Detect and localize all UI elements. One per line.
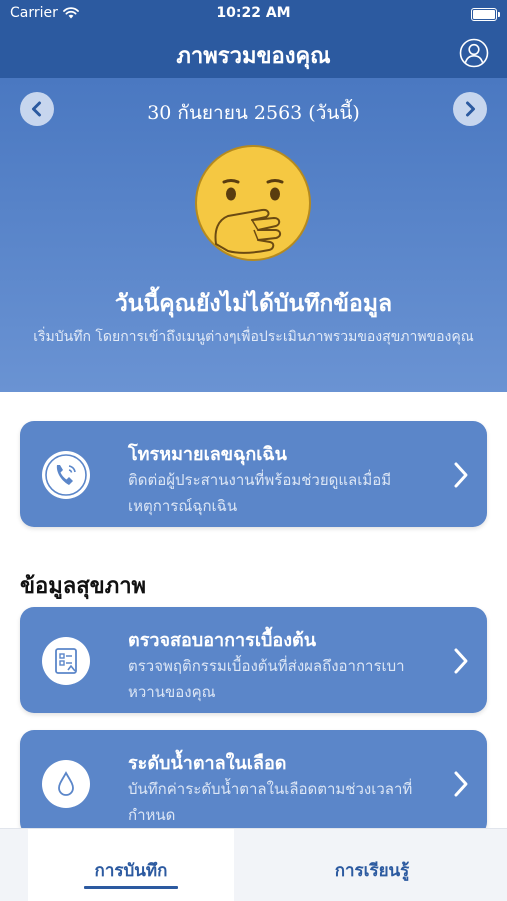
next-day-button[interactable]	[453, 92, 487, 126]
tab-record[interactable]: การบันทึก	[28, 829, 234, 901]
symptom-check-card[interactable]: ตรวจสอบอาการเบื้องต้น ตรวจพฤติกรรมเบื้อง…	[20, 607, 487, 713]
summary-headline: วันนี้คุณยังไม่ได้บันทึกข้อมูล	[114, 291, 393, 317]
blood-sugar-card-description: บันทึกค่าระดับน้ำตาลในเลือดตามช่วงเวลาที…	[128, 780, 413, 824]
summary-subtitle: เริ่มบันทึก โดยการเข้าถึงเมนูต่างๆเพื่อป…	[33, 329, 474, 345]
chevron-right-icon	[454, 648, 468, 674]
page-title: ภาพรวมของคุณ	[176, 44, 331, 69]
chevron-right-icon	[454, 462, 468, 488]
active-tab-indicator	[84, 886, 178, 889]
symptom-card-title: ตรวจสอบอาการเบื้องต้น	[128, 630, 316, 651]
tab-learn[interactable]: การเรียนรู้	[262, 829, 482, 901]
chevron-right-icon	[454, 771, 468, 797]
chevron-right-icon	[466, 101, 475, 117]
phone-icon	[45, 454, 87, 496]
status-time: 10:22 AM	[216, 5, 291, 21]
blood-drop-icon	[58, 771, 74, 796]
battery-icon	[471, 8, 500, 21]
bottom-tab-bar: การบันทึก การเรียนรู้	[0, 828, 507, 901]
summary-hero: 30 กันยายน 2563 (วันนี้) วันนี้คุณยังไม่…	[0, 78, 507, 392]
tab-record-label: การบันทึก	[94, 861, 168, 881]
status-bar: Carrier 10:22 AM	[0, 0, 507, 28]
blood-sugar-icon-circle	[42, 760, 90, 808]
blood-sugar-card[interactable]: ระดับน้ำตาลในเลือด บันทึกค่าระดับน้ำตาลใ…	[20, 730, 487, 836]
emergency-card-description: ติดต่อผู้ประสานงานที่พร้อมช่วยดูแลเมื่อม…	[128, 471, 392, 515]
checklist-icon	[55, 648, 77, 674]
symptom-card-description: ตรวจพฤติกรรมเบื้องต้นที่ส่งผลถึงอาการเบา…	[128, 657, 405, 701]
health-section-title: ข้อมูลสุขภาพ	[20, 574, 147, 599]
emergency-icon-circle	[42, 451, 90, 499]
date-label: 30 กันยายน 2563 (วันนี้)	[147, 102, 360, 124]
blood-sugar-card-title: ระดับน้ำตาลในเลือด	[128, 753, 287, 774]
hand-over-mouth-emoji-icon	[195, 145, 311, 261]
symptom-icon-circle	[42, 637, 90, 685]
emergency-card-title: โทรหมายเลขฉุกเฉิน	[128, 444, 287, 465]
nav-bar: ภาพรวมของคุณ	[0, 28, 507, 78]
tab-learn-label: การเรียนรู้	[334, 861, 410, 881]
emergency-call-card[interactable]: โทรหมายเลขฉุกเฉิน ติดต่อผู้ประสานงานที่พ…	[20, 421, 487, 527]
user-circle-icon[interactable]	[459, 38, 489, 68]
